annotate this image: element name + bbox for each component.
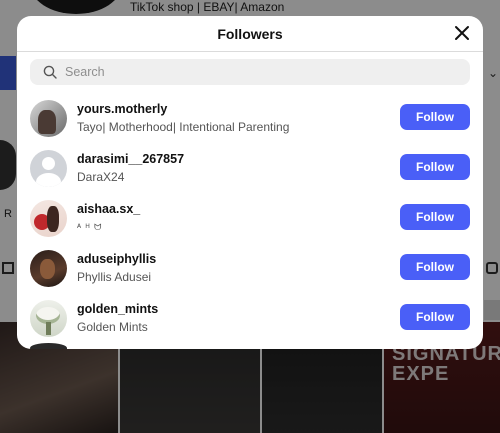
followers-list: yours.motherly Tayo| Motherhood| Intenti… <box>17 93 483 349</box>
user-info: golden_mints Golden Mints <box>77 302 158 335</box>
full-name: Golden Mints <box>77 319 148 334</box>
dialog-title: Followers <box>217 25 283 42</box>
full-name: Phyllis Adusei <box>77 269 152 284</box>
username[interactable]: golden_mints <box>77 302 158 317</box>
follow-button[interactable]: Follow <box>400 304 470 330</box>
follow-button[interactable]: Follow <box>400 104 470 130</box>
full-name: DaraX24 <box>77 169 125 184</box>
follow-button[interactable]: Follow <box>400 254 470 280</box>
user-info: aduseiphyllis Phyllis Adusei <box>77 252 156 285</box>
user-info: yours.motherly Tayo| Motherhood| Intenti… <box>77 102 289 135</box>
full-name: ᴬ ᴴ ᗢ <box>77 221 103 232</box>
avatar[interactable] <box>30 199 67 237</box>
default-avatar-head <box>42 156 55 170</box>
search-input[interactable] <box>65 59 470 85</box>
list-item[interactable]: aishaa.sx_ ᴬ ᴴ ᗢ Follow <box>17 193 483 243</box>
list-item[interactable]: yours.motherly Tayo| Motherhood| Intenti… <box>17 93 483 143</box>
close-icon <box>455 26 469 40</box>
avatar[interactable] <box>30 149 67 187</box>
avatar[interactable] <box>30 249 67 287</box>
avatar[interactable] <box>30 299 67 337</box>
username[interactable]: aduseiphyllis <box>77 252 156 267</box>
user-info: aishaa.sx_ ᴬ ᴴ ᗢ <box>77 202 140 235</box>
user-info: darasimi__267857 DaraX24 <box>77 152 184 185</box>
dialog-header: Followers <box>17 16 483 52</box>
list-item[interactable]: golden_mints Golden Mints Follow <box>17 293 483 343</box>
follow-button[interactable]: Follow <box>400 154 470 180</box>
full-name: Tayo| Motherhood| Intentional Parenting <box>77 119 290 134</box>
followers-dialog: Followers yours.motherly Tayo| Motherhoo… <box>17 16 483 349</box>
avatar[interactable] <box>30 99 67 137</box>
list-item[interactable]: darasimi__267857 DaraX24 Follow <box>17 143 483 193</box>
default-avatar-body <box>36 172 61 187</box>
avatar[interactable] <box>30 343 67 349</box>
close-button[interactable] <box>453 24 471 42</box>
list-item[interactable]: aduseiphyllis Phyllis Adusei Follow <box>17 243 483 293</box>
search-box[interactable] <box>30 59 470 85</box>
follow-button[interactable]: Follow <box>400 204 470 230</box>
list-item-partial[interactable] <box>17 343 483 349</box>
username[interactable]: aishaa.sx_ <box>77 202 140 217</box>
username[interactable]: darasimi__267857 <box>77 152 184 167</box>
search-icon <box>43 65 57 79</box>
username[interactable]: yours.motherly <box>77 102 289 117</box>
